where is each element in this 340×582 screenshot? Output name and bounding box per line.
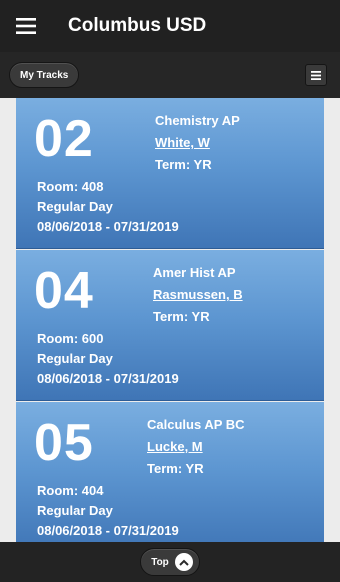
teacher-link[interactable]: White, W	[155, 135, 210, 150]
teacher-link[interactable]: Rasmussen, B	[153, 287, 243, 302]
period-number: 04	[34, 262, 94, 320]
date-range: 08/06/2018 - 07/31/2019	[37, 371, 179, 386]
app-title: Columbus USD	[68, 15, 207, 36]
room-label: Room: 404	[37, 483, 104, 498]
list-view-button[interactable]	[305, 64, 327, 86]
app-bar: Columbus USD	[0, 0, 340, 52]
course-name: Chemistry AP	[155, 113, 240, 128]
chevron-up-icon	[174, 553, 193, 571]
top-label: Top	[151, 556, 169, 568]
room-label: Room: 600	[37, 331, 104, 346]
schedule-label: Regular Day	[37, 351, 113, 366]
hamburger-menu-icon	[16, 18, 36, 34]
schedule-label: Regular Day	[37, 503, 113, 518]
class-card[interactable]: 05 Calculus AP BC Lucke, M Term: YR Room…	[16, 402, 324, 542]
term-label: Term: YR	[153, 309, 210, 324]
class-card[interactable]: 04 Amer Hist AP Rasmussen, B Term: YR Ro…	[16, 250, 324, 401]
course-name: Amer Hist AP	[153, 265, 236, 280]
period-number: 02	[34, 110, 94, 168]
toolbar: My Tracks	[0, 52, 340, 98]
period-number: 05	[34, 414, 94, 472]
teacher-link[interactable]: Lucke, M	[147, 439, 203, 454]
class-list-area[interactable]: 02 Chemistry AP White, W Term: YR Room: …	[0, 98, 340, 542]
date-range: 08/06/2018 - 07/31/2019	[37, 523, 179, 538]
term-label: Term: YR	[147, 461, 204, 476]
menu-button[interactable]	[0, 0, 52, 52]
footer-bar: Top	[0, 542, 340, 582]
scroll-to-top-button[interactable]: Top	[140, 548, 200, 576]
class-list: 02 Chemistry AP White, W Term: YR Room: …	[16, 98, 324, 542]
room-label: Room: 408	[37, 179, 104, 194]
term-label: Term: YR	[155, 157, 212, 172]
class-card[interactable]: 02 Chemistry AP White, W Term: YR Room: …	[16, 98, 324, 249]
my-tracks-button[interactable]: My Tracks	[9, 62, 80, 88]
list-icon	[311, 70, 321, 80]
date-range: 08/06/2018 - 07/31/2019	[37, 219, 179, 234]
course-name: Calculus AP BC	[147, 417, 245, 432]
schedule-label: Regular Day	[37, 199, 113, 214]
